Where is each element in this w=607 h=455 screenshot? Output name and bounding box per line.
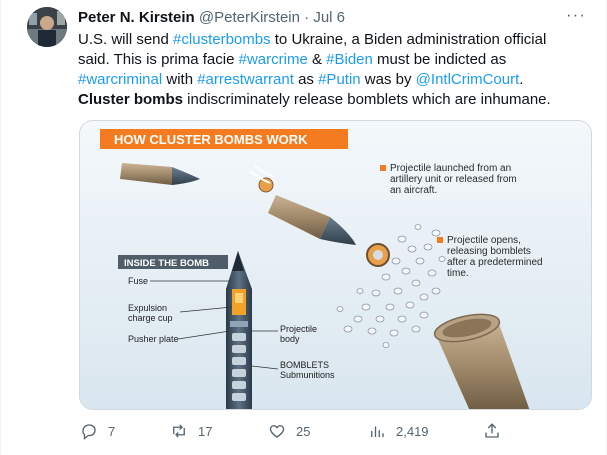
label-pusher-plate: Pusher plate [128,334,179,344]
svg-text:Fuse: Fuse [128,276,148,286]
step2-line2: releasing bomblets [447,246,531,257]
label-bomblets-line1: BOMBLETS [280,360,329,370]
text-segment: . [519,71,524,88]
share-button[interactable] [483,420,501,442]
like-button[interactable]: 25 [268,420,310,442]
tweet-date[interactable]: Jul 6 [313,9,345,26]
cluster-bomb-infographic: HOW CLUSTER BOMBS WORK Projectile launch… [80,121,591,409]
step1-line2: artillery unit or released from [390,174,517,185]
step1-line3: an aircraft. [390,185,437,196]
separator-dot: · [304,9,310,26]
label-projectile-body-line1: Projectile [280,324,317,334]
hashtag-warcriminal[interactable]: #warcriminal [78,71,162,88]
tweet: Peter N. Kirstein @PeterKirstein · Jul 6… [0,0,607,455]
step2-marker [437,237,443,243]
hashtag-biden[interactable]: #Biden [326,51,373,68]
reply-icon [82,424,96,440]
tweet-actions: 7 17 25 2,419 [78,420,508,442]
step2-line4: time. [447,268,469,279]
reply-button[interactable]: 7 [80,420,115,442]
label-expulsion-line2: charge cup [128,313,173,323]
views-icon [371,426,384,437]
hashtag-arrestwarrant[interactable]: #arrestwarrant [197,71,294,88]
tweet-media-image[interactable]: HOW CLUSTER BOMBS WORK Projectile launch… [79,120,592,410]
text-segment: must be indicted as [372,51,507,68]
more-options-icon[interactable]: ··· [564,6,588,26]
text-segment: was by [360,71,416,88]
tweet-header: Peter N. Kirstein @PeterKirstein · Jul 6 [78,8,345,28]
retweet-icon [173,424,185,438]
mention-intlcrimcourt[interactable]: @IntlCrimCourt [416,71,520,88]
views-count: 2,419 [396,423,429,439]
retweet-count: 17 [198,423,213,439]
hashtag-warcrime[interactable]: #warcrime [239,51,308,68]
text-segment: as [293,71,319,88]
label-expulsion-line1: Expulsion [128,303,167,313]
label-bomblets-line2: Submunitions [280,370,335,380]
text-segment: to Ukraine, a Biden administration offic… [270,31,547,48]
share-icon [485,423,499,438]
hashtag-putin[interactable]: #Putin [318,71,361,88]
label-fuse: Fuse [128,276,148,286]
tweet-text: U.S. will send #clusterbombs to Ukraine,… [78,30,593,110]
text-segment: U.S. will send [78,31,174,48]
text-segment: with [162,71,198,88]
heart-icon [269,425,285,438]
step1-marker [380,165,386,171]
inside-title: INSIDE THE BOMB [124,258,209,269]
reply-count: 7 [108,423,116,439]
author-handle[interactable]: @PeterKirstein [199,9,300,26]
step2-line1: Projectile opens, [447,235,521,246]
like-count: 25 [296,423,311,439]
svg-text:Pusher plate: Pusher plate [128,334,179,344]
label-bomblets: BOMBLETS Submunitions [280,360,335,380]
text-segment: said. This is prima facie [78,51,239,68]
step2-line3: after a predetermined [447,257,543,268]
label-expulsion: Expulsion charge cup [128,303,173,323]
views-button[interactable]: 2,419 [368,420,429,442]
text-segment: & [307,51,327,68]
text-segment: indiscriminately release bomblets which … [183,91,551,108]
step1-line1: Projectile launched from an [390,163,511,174]
banner-title: HOW CLUSTER BOMBS WORK [114,132,308,147]
label-projectile-body-line2: body [280,334,300,344]
text-bold-lead: Cluster bombs [78,91,184,108]
hashtag-clusterbombs[interactable]: #clusterbombs [173,31,271,48]
retweet-button[interactable]: 17 [170,420,212,442]
avatar[interactable] [27,7,67,47]
author-name[interactable]: Peter N. Kirstein [78,9,195,26]
